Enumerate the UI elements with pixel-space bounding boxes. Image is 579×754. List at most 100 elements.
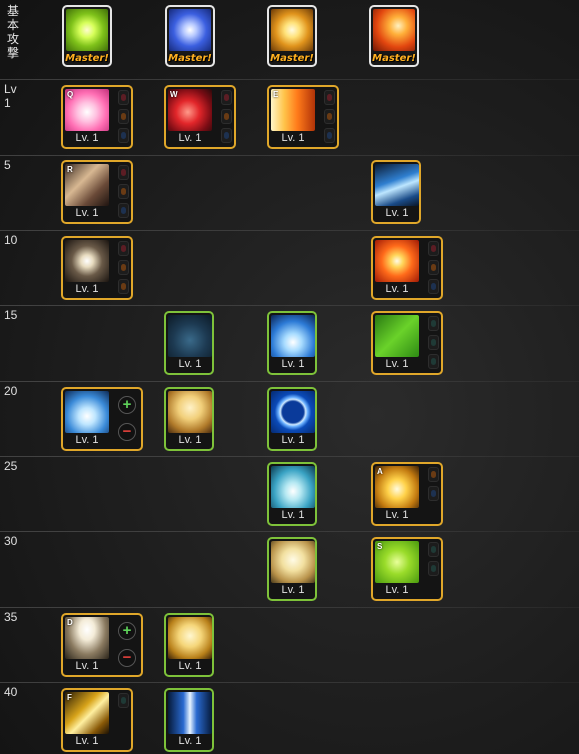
gem-slot[interactable] <box>428 335 439 350</box>
gem-slot[interactable] <box>118 128 129 143</box>
gem-slot[interactable] <box>221 109 232 124</box>
skill-slot[interactable]: R Lv. 1 <box>61 160 133 224</box>
bunny-girl-icon <box>168 391 212 433</box>
skill-level: Lv. 1 <box>75 132 99 144</box>
hotkey-label: A <box>377 467 383 476</box>
gold-gear-icon <box>271 9 313 51</box>
skill-slot[interactable]: F Lv. 1 <box>61 688 133 752</box>
hotkey-label: F <box>67 693 72 702</box>
row-divider <box>0 155 579 156</box>
master-label: Master! <box>168 53 212 64</box>
blue-orb-icon <box>169 9 211 51</box>
skill-slot[interactable]: Lv. 1 <box>164 613 214 677</box>
skill-slot[interactable]: + − Lv. 1 <box>61 387 143 451</box>
gem-slot[interactable] <box>118 203 129 218</box>
skill-slot[interactable]: Lv. 1 <box>371 236 443 300</box>
gem-slot[interactable] <box>428 279 439 294</box>
skill-level: Lv. 1 <box>385 358 409 370</box>
gem-slot[interactable] <box>428 260 439 275</box>
header-char: 本 <box>6 18 19 32</box>
level-label: 15 <box>4 308 18 322</box>
remove-button[interactable]: − <box>118 423 136 441</box>
header-char: 基 <box>6 4 19 18</box>
hotkey-label: R <box>67 165 73 174</box>
skill-slot[interactable]: Lv. 1 <box>164 311 214 375</box>
skill-level: Lv. 1 <box>75 434 99 446</box>
flame-icon <box>373 9 415 51</box>
skill-level: Lv. 1 <box>281 434 305 446</box>
skill-level: Lv. 1 <box>178 434 202 446</box>
bunny-glow-icon <box>168 617 212 659</box>
skill-slot[interactable]: Lv. 1 <box>371 311 443 375</box>
ice-burst-icon <box>271 315 315 357</box>
level-label: 5 <box>4 158 11 172</box>
ice-spikes-icon <box>65 391 109 433</box>
gem-slot[interactable] <box>428 486 439 501</box>
gem-slot[interactable] <box>221 90 232 105</box>
master-skill-4[interactable]: Master! <box>369 5 419 67</box>
skill-slot[interactable]: Q Lv. 1 <box>61 85 133 149</box>
gem-slot[interactable] <box>324 109 335 124</box>
gem-slot[interactable] <box>118 693 129 708</box>
skill-slot[interactable]: Lv. 1 <box>61 236 133 300</box>
skill-slot[interactable]: S Lv. 1 <box>371 537 443 601</box>
gem-slot[interactable] <box>221 128 232 143</box>
skill-slot[interactable]: Lv. 1 <box>164 387 214 451</box>
gem-slot[interactable] <box>118 90 129 105</box>
gem-slot[interactable] <box>428 561 439 576</box>
add-button[interactable]: + <box>118 396 136 414</box>
skill-slot[interactable]: Lv. 1 <box>267 537 317 601</box>
header-char: 撃 <box>6 46 19 60</box>
skill-slot[interactable]: Lv. 1 <box>371 160 421 224</box>
gem-slot[interactable] <box>428 467 439 482</box>
level-label: 20 <box>4 384 18 398</box>
gem-slot[interactable] <box>118 260 129 275</box>
gem-slot[interactable] <box>324 90 335 105</box>
skill-slot[interactable]: D + − Lv. 1 <box>61 613 143 677</box>
skill-slot[interactable]: Lv. 1 <box>267 311 317 375</box>
row-divider <box>0 682 579 683</box>
skill-slot[interactable]: W Lv. 1 <box>164 85 236 149</box>
master-skill-3[interactable]: Master! <box>267 5 317 67</box>
remove-button[interactable]: − <box>118 649 136 667</box>
gem-slot[interactable] <box>118 165 129 180</box>
gem-slot[interactable] <box>324 128 335 143</box>
row-divider <box>0 79 579 80</box>
skill-level: Lv. 1 <box>281 132 305 144</box>
skill-level: Lv. 1 <box>178 358 202 370</box>
level-label: 40 <box>4 685 18 699</box>
gem-slot[interactable] <box>428 316 439 331</box>
skill-slot[interactable]: Lv. 1 <box>164 688 214 752</box>
skill-slot[interactable]: E Lv. 1 <box>267 85 339 149</box>
gem-slot[interactable] <box>428 241 439 256</box>
skill-level: Lv. 1 <box>75 660 99 672</box>
skill-slot[interactable]: Lv. 1 <box>267 462 317 526</box>
level-label: 30 <box>4 534 18 548</box>
row-divider <box>0 230 579 231</box>
skill-slot[interactable]: Lv. 1 <box>267 387 317 451</box>
level-label: 35 <box>4 610 18 624</box>
gem-slot[interactable] <box>118 109 129 124</box>
gem-slot[interactable] <box>118 184 129 199</box>
skill-level: Lv. 1 <box>281 509 305 521</box>
master-label: Master! <box>270 53 314 64</box>
skill-level: Lv. 1 <box>281 584 305 596</box>
level-value: 1 <box>4 96 11 110</box>
master-skill-1[interactable]: Master! <box>62 5 112 67</box>
heal-plus-icon <box>375 315 419 357</box>
gem-slot[interactable] <box>118 241 129 256</box>
skill-level: Lv. 1 <box>75 735 99 747</box>
add-button[interactable]: + <box>118 622 136 640</box>
skill-level: Lv. 1 <box>385 509 409 521</box>
gem-slot[interactable] <box>428 542 439 557</box>
row-divider <box>0 531 579 532</box>
master-skill-2[interactable]: Master! <box>165 5 215 67</box>
skill-level: Lv. 1 <box>178 735 202 747</box>
gem-slot[interactable] <box>428 354 439 369</box>
skill-level: Lv. 1 <box>281 358 305 370</box>
gem-slot[interactable] <box>118 279 129 294</box>
skill-slot[interactable]: A Lv. 1 <box>371 462 443 526</box>
row-divider <box>0 305 579 306</box>
rabbit-silhouette-icon <box>168 315 212 357</box>
ice-field-icon <box>271 466 315 508</box>
